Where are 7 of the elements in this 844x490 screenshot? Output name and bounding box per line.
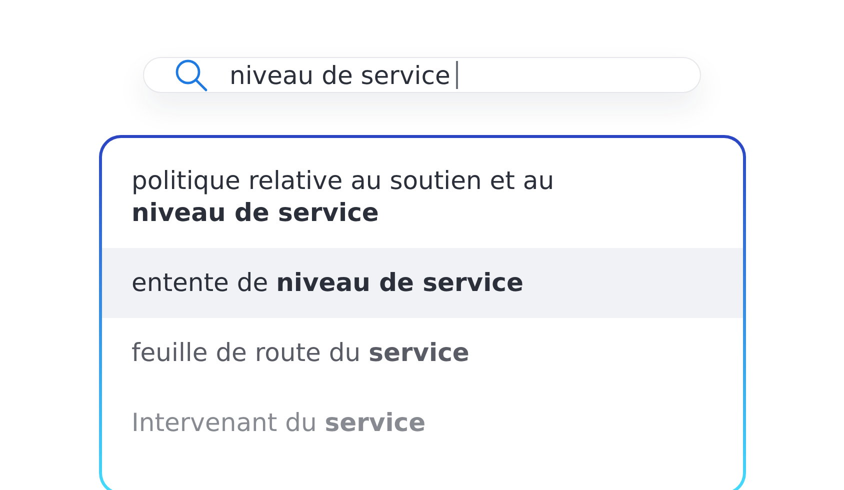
text-cursor [456,61,458,89]
suggestion-item[interactable]: entente de niveau de service [102,248,742,318]
search-field[interactable]: niveau de service [142,57,700,93]
search-query: niveau de service [230,60,458,90]
suggestion-item[interactable]: feuille de route du service [102,318,742,388]
search-icon [174,58,208,92]
suggestion-item[interactable]: politique relative au soutien et au niveau de service [102,146,742,248]
